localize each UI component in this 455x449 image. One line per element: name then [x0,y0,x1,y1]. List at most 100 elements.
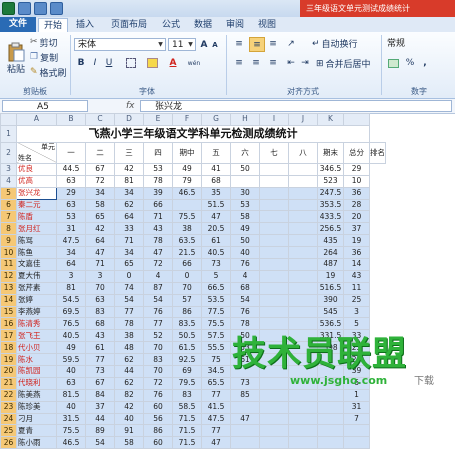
score-cell[interactable] [259,293,289,307]
phonetic-button[interactable]: wén [185,57,203,69]
score-cell[interactable]: 79.5 [172,376,202,390]
score-cell[interactable]: 58 [230,210,260,224]
score-cell[interactable] [259,305,289,319]
header-cell[interactable]: 三 [114,141,144,164]
score-cell[interactable] [288,424,318,438]
score-cell[interactable] [230,436,260,449]
score-cell[interactable]: 91 [114,424,144,438]
undo-icon[interactable] [34,2,47,15]
score-cell[interactable]: 67 [85,162,115,176]
score-cell[interactable]: 81.5 [56,388,86,402]
score-cell[interactable]: 83 [172,388,202,402]
score-cell[interactable]: 71 [114,234,144,248]
row-header[interactable]: 15 [0,305,17,319]
row-header[interactable]: 2 [0,141,17,164]
score-cell[interactable] [288,400,318,414]
row-header[interactable]: 22 [0,388,17,402]
score-cell[interactable]: 28 [343,198,370,212]
score-cell[interactable] [259,174,289,188]
score-cell[interactable] [288,388,318,402]
score-cell[interactable]: 41.5 [201,400,231,414]
score-cell[interactable]: 54 [114,293,144,307]
grow-font-button[interactable]: A [199,38,209,51]
name-cell[interactable]: 优良 [16,162,57,176]
score-cell[interactable] [288,269,318,283]
score-cell[interactable] [317,388,344,402]
name-cell[interactable]: 张飞王 [16,329,57,343]
score-cell[interactable] [259,269,289,283]
score-cell[interactable] [288,281,318,295]
header-cell[interactable]: 四 [143,141,173,164]
score-cell[interactable]: 0 [114,269,144,283]
name-cell[interactable]: 张月红 [16,222,57,236]
score-cell[interactable] [288,222,318,236]
score-cell[interactable]: 58.5 [172,400,202,414]
excel-app-icon[interactable] [2,2,15,15]
row-header[interactable]: 18 [0,341,17,355]
score-cell[interactable] [288,246,318,260]
score-cell[interactable]: 74 [114,281,144,295]
score-cell[interactable]: 50.5 [172,329,202,343]
score-cell[interactable]: 83 [143,353,173,367]
name-box[interactable]: A5 [2,100,88,112]
score-cell[interactable]: 89 [85,424,115,438]
row-header[interactable]: 10 [0,246,17,260]
redo-icon[interactable] [50,2,63,15]
name-cell[interactable]: 代小贝 [16,341,57,355]
underline-button[interactable]: U [104,57,114,69]
score-cell[interactable] [259,388,289,402]
score-cell[interactable]: 40.5 [201,246,231,260]
score-cell[interactable]: 67 [85,376,115,390]
select-all-corner[interactable] [0,113,17,126]
header-cell[interactable]: 排名 [369,141,386,164]
tab-insert[interactable]: 插入 [70,18,100,32]
score-cell[interactable] [259,436,289,449]
score-cell[interactable]: 40 [56,365,86,378]
column-header[interactable]: K [317,113,344,126]
score-cell[interactable]: 55.5 [201,341,231,355]
score-cell[interactable]: 30 [230,186,260,200]
score-cell[interactable] [288,305,318,319]
score-cell[interactable]: 75.5 [201,317,231,331]
score-cell[interactable]: 523 [317,174,344,188]
score-cell[interactable]: 41 [201,162,231,176]
score-cell[interactable]: 46.5 [56,436,86,449]
score-cell[interactable]: 43 [143,222,173,236]
score-cell[interactable]: 77 [201,424,231,438]
score-cell[interactable]: 7 [343,412,370,426]
header-cell[interactable]: 八 [288,141,318,164]
cut-button[interactable]: ✂ 剪切 [30,36,58,49]
score-cell[interactable]: 20.5 [201,222,231,236]
score-cell[interactable]: 71 [85,258,115,271]
score-cell[interactable]: 70 [172,281,202,295]
fill-color-button[interactable] [145,57,159,69]
name-cell[interactable]: 夏青 [16,424,57,438]
score-cell[interactable]: 10 [343,174,370,188]
row-header[interactable]: 1 [0,124,17,143]
row-header[interactable]: 4 [0,174,17,188]
score-cell[interactable]: 247.5 [317,186,344,200]
score-cell[interactable]: 346.5 [317,162,344,176]
tab-file[interactable]: 文件 [0,17,36,32]
score-cell[interactable] [317,412,344,426]
score-cell[interactable] [288,293,318,307]
score-cell[interactable] [259,412,289,426]
score-cell[interactable]: 353.5 [317,198,344,212]
row-header[interactable]: 6 [0,198,17,212]
tab-review[interactable]: 审阅 [220,18,250,32]
score-cell[interactable]: 76 [230,305,260,319]
score-cell[interactable]: 77.5 [201,305,231,319]
row-header[interactable]: 23 [0,400,17,414]
score-cell[interactable]: 50 [230,162,260,176]
font-color-button[interactable]: A [166,57,180,69]
score-cell[interactable]: 46.5 [172,186,202,200]
score-cell[interactable]: 76 [143,305,173,319]
row-header[interactable]: 24 [0,412,17,426]
orientation-button[interactable]: ↗ [284,38,298,50]
score-cell[interactable]: 81 [56,281,86,295]
score-cell[interactable]: 37 [343,222,370,236]
header-cell[interactable]: 五 [201,141,231,164]
score-cell[interactable]: 71.5 [172,424,202,438]
score-cell[interactable] [288,412,318,426]
row-header[interactable]: 8 [0,222,17,236]
